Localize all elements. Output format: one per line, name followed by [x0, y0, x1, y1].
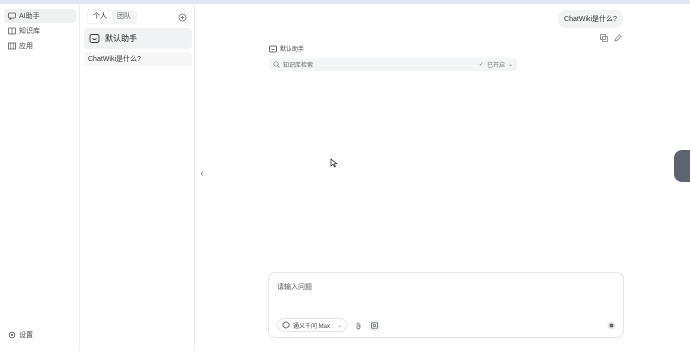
check-icon: ✓	[478, 62, 484, 68]
model-selector[interactable]: 通义千问 Max ⌄	[277, 318, 347, 332]
nav-item-label: 知识库	[19, 28, 40, 35]
new-chat-icon[interactable]	[178, 13, 187, 22]
nav-item-label: 应用	[19, 43, 33, 50]
left-nav: AI助手 知识库 应用 设置	[0, 4, 80, 351]
grid-icon	[8, 42, 16, 50]
scope-tabs: 个人 团队	[87, 10, 137, 24]
knowledge-search-label: 知识库检索	[283, 63, 314, 69]
conversation-item[interactable]: ChatWiki是什么?	[84, 52, 192, 66]
edit-icon[interactable]	[614, 34, 622, 42]
nav-item-apps[interactable]: 应用	[4, 39, 76, 53]
message-tools	[600, 34, 622, 42]
send-button[interactable]	[606, 320, 617, 331]
app-window: AI助手 知识库 应用 设置 个人 团队 默认助手 ChatWiki是什么? ‹…	[0, 0, 690, 351]
nav-item-ai-assistant[interactable]: AI助手	[4, 9, 76, 23]
knowledge-search-bar[interactable]: 知识库检索 ✓ 已开启 ⌄	[269, 58, 517, 71]
message-input[interactable]: 请输入问题	[277, 282, 312, 292]
chat-icon	[8, 12, 16, 20]
knowledge-mode[interactable]: ✓ 已开启 ⌄	[479, 60, 513, 69]
mouse-cursor-icon	[330, 158, 338, 168]
nav-item-label: AI助手	[19, 13, 40, 20]
assistant-header: 默认助手	[269, 44, 304, 53]
collapse-panel-icon[interactable]: ‹	[196, 166, 208, 180]
assistant-icon	[269, 45, 277, 53]
book-icon	[8, 27, 16, 35]
assistant-item[interactable]: 默认助手	[84, 28, 192, 49]
copy-icon[interactable]	[600, 34, 608, 42]
conversation-panel: 个人 团队 默认助手 ChatWiki是什么?	[81, 4, 195, 351]
settings-label: 设置	[19, 332, 33, 339]
assistant-item-label: 默认助手	[105, 34, 137, 43]
search-icon	[273, 61, 280, 68]
attach-icon[interactable]	[353, 320, 364, 331]
tab-team[interactable]: 团队	[112, 11, 136, 23]
gear-icon	[8, 331, 16, 339]
nav-item-knowledge-base[interactable]: 知识库	[4, 24, 76, 38]
tab-personal[interactable]: 个人	[88, 11, 112, 23]
model-logo-icon	[282, 321, 290, 329]
chevron-down-icon: ⌄	[507, 62, 513, 68]
image-upload-icon[interactable]	[369, 320, 380, 331]
message-composer[interactable]: 请输入问题 通义千问 Max ⌄	[268, 272, 624, 338]
assistant-name-label: 默认助手	[280, 47, 305, 53]
user-message-bubble: ChatWiki是什么?	[558, 10, 623, 28]
settings-button[interactable]: 设置	[4, 328, 33, 342]
side-drawer-handle[interactable]	[674, 150, 690, 182]
knowledge-mode-label: 已开启	[486, 63, 505, 69]
model-label: 通义千问 Max	[293, 323, 331, 330]
assistant-icon	[89, 33, 100, 44]
chevron-down-icon: ⌄	[336, 322, 342, 329]
